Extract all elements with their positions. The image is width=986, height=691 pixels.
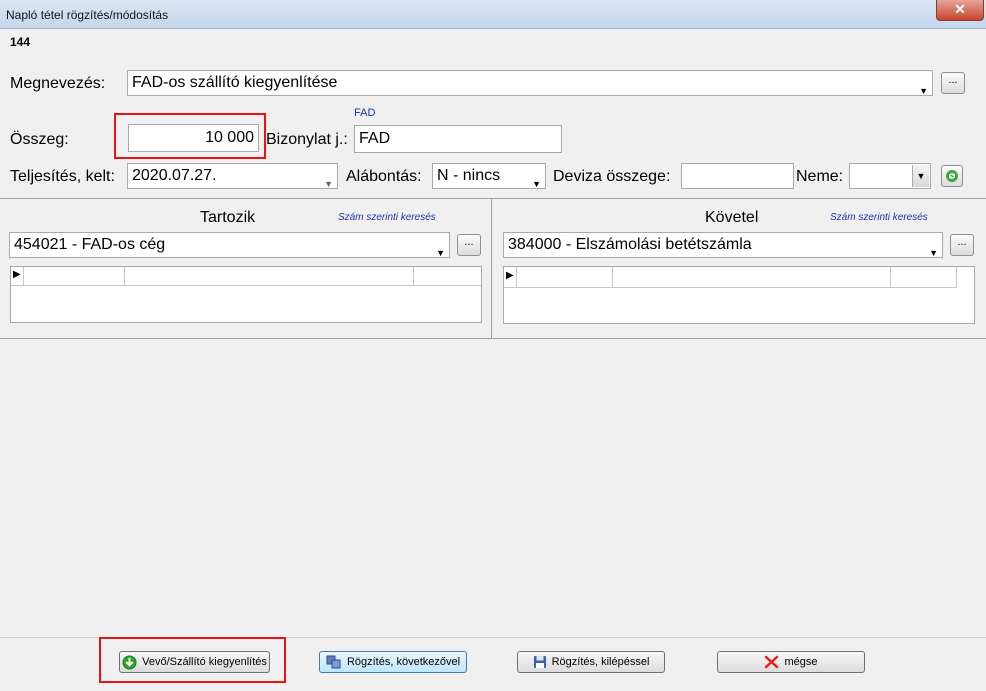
table-row[interactable]: ▶	[504, 267, 957, 288]
grid-col-divider	[124, 267, 125, 285]
calendar-dropdown-icon[interactable]: ▼	[324, 172, 333, 196]
title-bar: Napló tétel rögzítés/módosítás	[0, 0, 986, 29]
bizonylat-label: Bizonylat j.:	[266, 131, 348, 148]
teljesites-date-picker[interactable]: 2020.07.27. ▼	[127, 163, 338, 189]
deviza-input[interactable]	[681, 163, 794, 189]
rogzites-kovetkezovel-button[interactable]: Rögzítés, következővel	[319, 651, 467, 673]
row-indicator-icon: ▶	[506, 270, 514, 281]
tartozik-browse-button[interactable]: ...	[457, 234, 481, 256]
deviza-label: Deviza összege:	[553, 168, 671, 185]
vevo-szallito-button[interactable]: Vevő/Szállító kiegyenlítés	[119, 651, 270, 673]
kovetel-browse-button[interactable]: ...	[950, 234, 974, 256]
green-down-arrow-icon	[122, 654, 137, 670]
divider-bottom	[0, 338, 986, 339]
kovetel-grid[interactable]: ▶	[503, 266, 975, 324]
tartozik-grid[interactable]: ▶	[10, 266, 482, 323]
megnevezes-label: Megnevezés:	[10, 75, 106, 92]
grid-col-divider	[516, 267, 517, 287]
grid-col-divider	[956, 267, 957, 287]
megnevezes-combo[interactable]: FAD-os szállító kiegyenlítése ▼	[127, 70, 933, 96]
refresh-button[interactable]	[941, 165, 963, 187]
chevron-down-icon[interactable]: ▼	[929, 241, 938, 265]
tartozik-account-value: 454021 - FAD-os cég	[14, 236, 166, 253]
refresh-icon	[946, 170, 958, 182]
osszeg-label: Összeg:	[10, 131, 69, 148]
bizonylat-hint: FAD	[354, 107, 376, 119]
megnevezes-browse-button[interactable]: ...	[941, 72, 965, 94]
kovetel-search-link[interactable]: Szám szerinti keresés	[830, 212, 928, 223]
chevron-down-icon[interactable]: ▼	[912, 165, 929, 187]
megse-button[interactable]: mégse	[717, 651, 865, 673]
grid-col-divider	[612, 267, 613, 287]
teljesites-value: 2020.07.27.	[132, 167, 217, 184]
close-button[interactable]: ✕	[936, 0, 984, 21]
record-id: 144	[10, 35, 31, 49]
bizonylat-input[interactable]: FAD	[354, 125, 562, 153]
neme-label: Neme:	[796, 168, 844, 185]
window-title: Napló tétel rögzítés/módosítás	[6, 8, 169, 22]
save-icon	[533, 656, 546, 668]
neme-select[interactable]: ▼	[849, 163, 931, 189]
tartozik-account-select[interactable]: 454021 - FAD-os cég ▼	[9, 232, 450, 258]
cancel-x-icon	[765, 655, 779, 669]
kovetel-account-value: 384000 - Elszámolási betétszámla	[508, 236, 752, 253]
megse-label: mégse	[784, 656, 818, 668]
tartozik-search-link[interactable]: Szám szerinti keresés	[338, 212, 436, 223]
alabontas-label: Alábontás:	[346, 168, 422, 185]
kovetel-title: Követel	[705, 209, 759, 226]
rogzites-kilepessel-button[interactable]: Rögzítés, kilépéssel	[517, 651, 665, 673]
divider-vertical	[491, 199, 492, 338]
alabontas-select[interactable]: N - nincs ▼	[432, 163, 546, 189]
row-indicator-icon: ▶	[13, 269, 21, 280]
chevron-down-icon[interactable]: ▼	[919, 79, 928, 103]
table-row[interactable]: ▶	[11, 267, 481, 286]
chevron-down-icon[interactable]: ▼	[532, 172, 541, 196]
grid-col-divider	[23, 267, 24, 285]
grid-col-divider	[413, 267, 414, 285]
rogzites-kilepessel-label: Rögzítés, kilépéssel	[551, 656, 650, 668]
teljesites-label: Teljesítés, kelt:	[10, 168, 115, 185]
chevron-down-icon[interactable]: ▼	[436, 241, 445, 265]
alabontas-value: N - nincs	[437, 167, 501, 184]
rogzites-kovetkezovel-label: Rögzítés, következővel	[346, 656, 461, 668]
save-next-icon	[326, 655, 341, 669]
megnevezes-value: FAD-os szállító kiegyenlítése	[132, 74, 338, 91]
dialog-window: Napló tétel rögzítés/módosítás ✕ 144 Meg…	[0, 0, 986, 691]
kovetel-account-select[interactable]: 384000 - Elszámolási betétszámla ▼	[503, 232, 943, 258]
vevo-szallito-label: Vevő/Szállító kiegyenlítés	[142, 656, 267, 668]
osszeg-input[interactable]: 10 000	[128, 124, 259, 152]
grid-col-divider	[890, 267, 891, 287]
divider-top	[0, 198, 986, 199]
tartozik-title: Tartozik	[200, 209, 256, 226]
